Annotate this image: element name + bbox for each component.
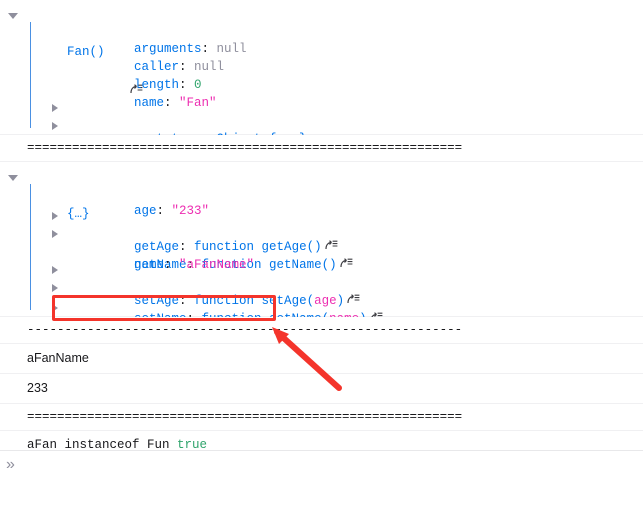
property-row-setname[interactable]: setName: function setName(name) [30, 274, 643, 326]
output-text-age-result: 233 [27, 381, 48, 395]
object-tree-header-afan[interactable]: {…} [0, 164, 643, 221]
property-row-name2[interactable]: name: "aFanName" [30, 238, 643, 272]
property-row-arguments[interactable]: arguments: null [30, 22, 643, 56]
console-prompt-row[interactable]: » [0, 450, 643, 481]
expand-twisty-setname[interactable] [52, 279, 64, 292]
property-row-getage[interactable]: getAge: function getAge() [30, 202, 643, 254]
property-row-getname[interactable]: getName: function getName() [30, 220, 643, 272]
expand-twisty-getage[interactable] [52, 207, 64, 220]
object-properties-fan: arguments: null caller: null length: 0 n… [0, 22, 643, 164]
property-row-age[interactable]: age: "233" [30, 184, 643, 218]
property-row-proto-internal-2[interactable]: <prototype>: Object { … } [30, 292, 643, 349]
property-row-name[interactable]: name: "Fan" [30, 76, 643, 110]
property-row-proto-internal[interactable]: <prototype>: function () [30, 112, 643, 164]
console-message-object-fan: Fan() arguments: null caller: null lengt… [0, 0, 643, 164]
console-message-age-result: 233 [0, 374, 643, 404]
property-row-prototype[interactable]: prototype: Object { … } [30, 94, 643, 146]
expand-twisty-prototype[interactable] [52, 99, 64, 112]
object-tree-header-fan[interactable]: Fan() [0, 2, 643, 94]
property-row-setage[interactable]: setAge: function setAge(age) [30, 256, 643, 308]
console-message-separator-2: ========================================… [0, 404, 643, 431]
expand-twisty-proto-internal[interactable] [52, 117, 64, 130]
console-input[interactable] [26, 455, 630, 477]
separator-text-dash: ----------------------------------------… [27, 323, 463, 337]
expand-twisty-getname[interactable] [52, 225, 64, 238]
expand-twisty-afan[interactable] [8, 169, 20, 181]
output-text-name-result: aFanName [27, 351, 89, 365]
object-properties-afan: age: "233" getAge: function getAge() get… [0, 184, 643, 349]
separator-text-equals-2: ========================================… [27, 410, 463, 424]
property-row-length[interactable]: length: 0 [30, 58, 643, 92]
console-message-separator-dash: ----------------------------------------… [0, 317, 643, 344]
prompt-chevron-icon: » [6, 456, 15, 473]
console-message-separator-1: ========================================… [0, 135, 643, 162]
expand-twisty-setage[interactable] [52, 261, 64, 274]
devtools-console-panel: Fan() arguments: null caller: null lengt… [0, 0, 643, 529]
console-message-name-result: aFanName [0, 344, 643, 374]
expand-twisty-proto-internal-2[interactable] [52, 298, 64, 312]
separator-text-equals-1: ========================================… [27, 141, 463, 155]
expand-twisty-fan[interactable] [8, 7, 20, 19]
property-row-caller[interactable]: caller: null [30, 40, 643, 74]
console-message-object-afan: {…} age: "233" getAge: function getAge()… [0, 162, 643, 349]
